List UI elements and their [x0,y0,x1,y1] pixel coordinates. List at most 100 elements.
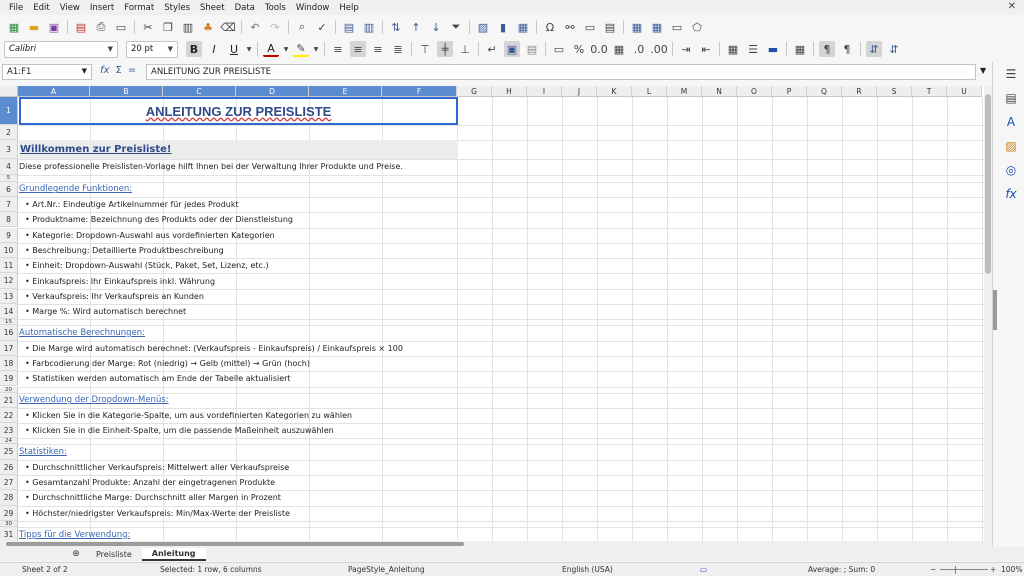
menu-styles[interactable]: Styles [159,3,195,13]
column-header-a[interactable]: A [18,86,90,97]
cut-icon[interactable]: ✂ [140,19,156,35]
column-header-i[interactable]: I [527,86,562,97]
cell-bullet[interactable]: • Durchschnittlicher Verkaufspreis: Mitt… [19,460,289,475]
align-left-icon[interactable]: ≡ [330,41,346,57]
sidebar-menu-icon[interactable]: ☰ [1003,66,1019,82]
headers-footers-icon[interactable]: ▤ [602,19,618,35]
menu-data[interactable]: Data [230,3,260,13]
row-header-27[interactable]: 27 [0,475,18,491]
merge-center-icon[interactable]: ▣ [504,41,520,57]
cell-bullet[interactable]: • Marge %: Wird automatisch berechnet [19,304,186,319]
print-preview-icon[interactable]: ▭ [113,19,129,35]
row-header-1[interactable]: 1 [0,97,18,125]
highlight-dropdown-icon[interactable]: ▼ [313,41,319,57]
column-header-u[interactable]: U [947,86,982,97]
cell-bullet[interactable]: • Kategorie: Dropdown-Auswahl aus vordef… [19,228,275,243]
styles-icon[interactable]: A [1003,114,1019,130]
find-replace-icon[interactable]: ⌕ [294,19,310,35]
row-header-10[interactable]: 10 [0,242,18,259]
redo-icon[interactable]: ↷ [267,19,283,35]
column-header-d[interactable]: D [236,86,309,97]
freeze-rows-columns-icon[interactable]: ▦ [649,19,665,35]
status-language[interactable]: English (USA) [562,565,613,574]
column-header-p[interactable]: P [772,86,807,97]
row-header-6[interactable]: 6 [0,181,18,197]
column-header-k[interactable]: K [597,86,632,97]
new-icon[interactable]: ▦ [6,19,22,35]
tab-anleitung[interactable]: Anleitung [141,547,206,561]
row-header-16[interactable]: 16 [0,325,18,341]
close-document-icon[interactable]: ✕ [1008,1,1016,12]
cell-bullet[interactable]: • Die Marge wird automatisch berechnet: … [19,341,403,356]
row-header-8[interactable]: 8 [0,212,18,228]
font-name-combo[interactable]: Calibri ▼ [4,40,118,58]
menu-window[interactable]: Window [291,3,335,13]
format-as-number-icon[interactable]: 0.0 [590,41,608,57]
zoom-slider[interactable] [940,569,988,570]
name-box[interactable]: A1:F1 ▼ [2,64,92,80]
menu-help[interactable]: Help [334,3,363,13]
gallery-icon[interactable]: ▨ [1003,138,1019,154]
text-vertical-top-icon[interactable]: ⇵ [866,41,882,57]
row-header-29[interactable]: 29 [0,505,18,521]
borders-icon[interactable]: ▦ [725,41,741,57]
comment-icon[interactable]: ▭ [582,19,598,35]
define-print-area-icon[interactable]: ▦ [629,19,645,35]
sort-descending-icon[interactable]: ↓ [428,19,444,35]
menu-format[interactable]: Format [119,3,159,13]
sum-icon[interactable]: Σ [115,65,121,76]
underline-dropdown-icon[interactable]: ▼ [246,41,252,57]
border-style-icon[interactable]: ☰ [745,41,761,57]
row-header-17[interactable]: 17 [0,340,18,356]
functions-icon[interactable]: fx [1003,186,1019,202]
column-header-j[interactable]: J [562,86,597,97]
status-sum[interactable]: Average: ; Sum: 0 [808,565,875,574]
show-draw-functions-icon[interactable]: ⬠ [689,19,705,35]
column-header-t[interactable]: T [912,86,947,97]
vertical-scrollbar[interactable] [984,86,992,541]
row-header-25[interactable]: 25 [0,444,18,460]
text-direction-ltr-icon[interactable]: ¶ [819,41,835,57]
add-decimal-icon[interactable]: .0 [631,41,647,57]
font-color-icon[interactable]: A [263,41,279,57]
wrap-text-icon[interactable]: ↵ [484,41,500,57]
row-header-5[interactable]: 5 [0,174,18,182]
column-icon[interactable]: ▥ [361,19,377,35]
navigator-icon[interactable]: ◎ [1003,162,1019,178]
column-header-l[interactable]: L [632,86,667,97]
cell-bullet[interactable]: • Statistiken werden automatisch am Ende… [19,371,291,386]
row-header-4[interactable]: 4 [0,159,18,175]
column-header-r[interactable]: R [842,86,877,97]
row-header-3[interactable]: 3 [0,140,18,160]
sidebar-grip[interactable] [993,290,997,330]
column-header-q[interactable]: Q [807,86,842,97]
menu-insert[interactable]: Insert [85,3,119,13]
column-header-n[interactable]: N [702,86,737,97]
italic-icon[interactable]: I [206,41,222,57]
row-header-21[interactable]: 21 [0,392,18,408]
cell-bullet[interactable]: • Klicken Sie in die Kategorie-Spalte, u… [19,408,352,423]
border-color-icon[interactable]: ▬ [765,41,781,57]
format-as-date-icon[interactable]: ▦ [611,41,627,57]
highlight-color-icon[interactable]: ✎ [293,41,309,57]
zoom-slider-thumb[interactable]: | [954,565,957,574]
copy-icon[interactable]: ❐ [160,19,176,35]
spelling-icon[interactable]: ✓ [314,19,330,35]
spreadsheet-grid[interactable]: A B C D E F G H I J K L M N O P Q R S T U 1 2 3 4 5 6 7 8 9 10 11 12 13 14… [0,86,992,541]
cell-bullet[interactable]: • Gesamtanzahl Produkte: Anzahl der eing… [19,475,275,490]
autofilter-icon[interactable]: ⏷ [448,19,464,35]
font-size-combo[interactable]: 20 pt ▼ [126,40,178,58]
cell-bullet[interactable]: • Farbcodierung der Marge: Rot (niedrig)… [19,356,310,371]
row-header-14[interactable]: 14 [0,304,18,320]
cell-bullet[interactable]: • Einheit: Dropdown-Auswahl (Stück, Pake… [19,258,269,273]
menu-view[interactable]: View [55,3,85,13]
cell-bullet[interactable]: • Klicken Sie in die Einheit-Spalte, um … [19,423,334,438]
vertical-scroll-thumb[interactable] [985,94,991,274]
align-bottom-icon[interactable]: ⊥ [457,41,473,57]
cell-bullet[interactable]: • Produktname: Bezeichnung des Produkts … [19,212,293,227]
column-header-g[interactable]: G [457,86,492,97]
format-as-percent-icon[interactable]: % [571,41,587,57]
properties-icon[interactable]: ▤ [1003,90,1019,106]
zoom-out-icon[interactable]: − [930,565,936,574]
cell-bullet[interactable]: • Verkaufspreis: Ihr Verkaufspreis an Ku… [19,289,204,304]
